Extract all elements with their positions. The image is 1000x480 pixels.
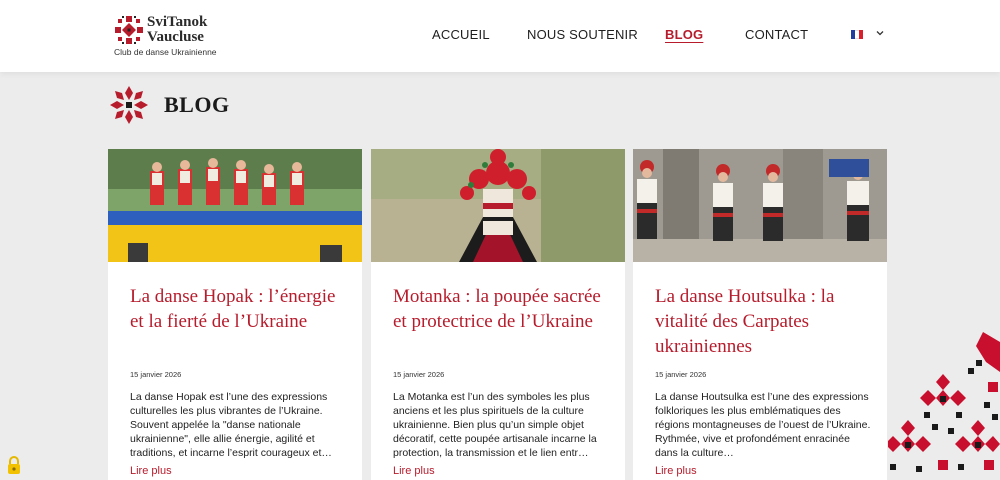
nav-item-accueil[interactable]: ACCUEIL — [432, 27, 490, 42]
houtsulka-dancers-image — [633, 149, 887, 262]
post-excerpt: La Motanka est l’un des symboles les plu… — [393, 391, 597, 459]
nav-item-blog[interactable]: BLOG — [665, 27, 703, 42]
post-title[interactable]: La danse Houtsulka : la vitalité des Car… — [655, 284, 875, 359]
embroidery-logo-icon — [115, 16, 143, 44]
post-date: 15 janvier 2026 — [393, 370, 445, 379]
blog-card[interactable]: La danse Hopak : l’énergie et la fierté … — [108, 149, 362, 480]
post-date: 15 janvier 2026 — [130, 370, 182, 379]
site-logo[interactable]: SviTanok Vaucluse Club de danse Ukrainie… — [113, 12, 223, 60]
post-excerpt: La danse Houtsulka est l’une des express… — [655, 391, 871, 459]
nav-item-contact[interactable]: CONTACT — [745, 27, 808, 42]
post-title[interactable]: Motanka : la poupée sacrée et protectric… — [393, 284, 613, 334]
post-excerpt: La danse Hopak est l’une des expressions… — [130, 391, 332, 459]
read-more-link[interactable]: Lire plus — [655, 465, 697, 477]
blog-card[interactable]: La danse Houtsulka : la vitalité des Car… — [633, 149, 887, 480]
hopak-dancers-image — [108, 149, 362, 262]
motanka-doll-image — [371, 149, 625, 262]
post-title[interactable]: La danse Hopak : l’énergie et la fierté … — [130, 284, 350, 334]
blog-card[interactable]: Motanka : la poupée sacrée et protectric… — [371, 149, 625, 480]
read-more-link[interactable]: Lire plus — [130, 465, 172, 477]
brand-title-line1: SviTanok — [147, 14, 208, 30]
page-heading: BLOG — [108, 84, 308, 126]
brand-title: SviTanok Vaucluse — [147, 15, 227, 45]
lock-icon[interactable] — [6, 455, 22, 475]
brand-subtitle: Club de danse Ukrainienne — [114, 47, 217, 57]
france-flag-icon[interactable] — [851, 30, 863, 39]
site-header: SviTanok Vaucluse Club de danse Ukrainie… — [0, 0, 1000, 72]
nav-item-nous-soutenir[interactable]: NOUS SOUTENIR — [527, 27, 638, 42]
chevron-down-icon[interactable] — [876, 29, 884, 37]
page-title: BLOG — [164, 92, 230, 117]
post-date: 15 janvier 2026 — [655, 370, 707, 379]
brand-title-line2: Vaucluse — [147, 29, 204, 45]
embroidery-corner-decoration — [888, 332, 1000, 472]
read-more-link[interactable]: Lire plus — [393, 465, 435, 477]
embroidery-star-icon — [110, 86, 148, 124]
